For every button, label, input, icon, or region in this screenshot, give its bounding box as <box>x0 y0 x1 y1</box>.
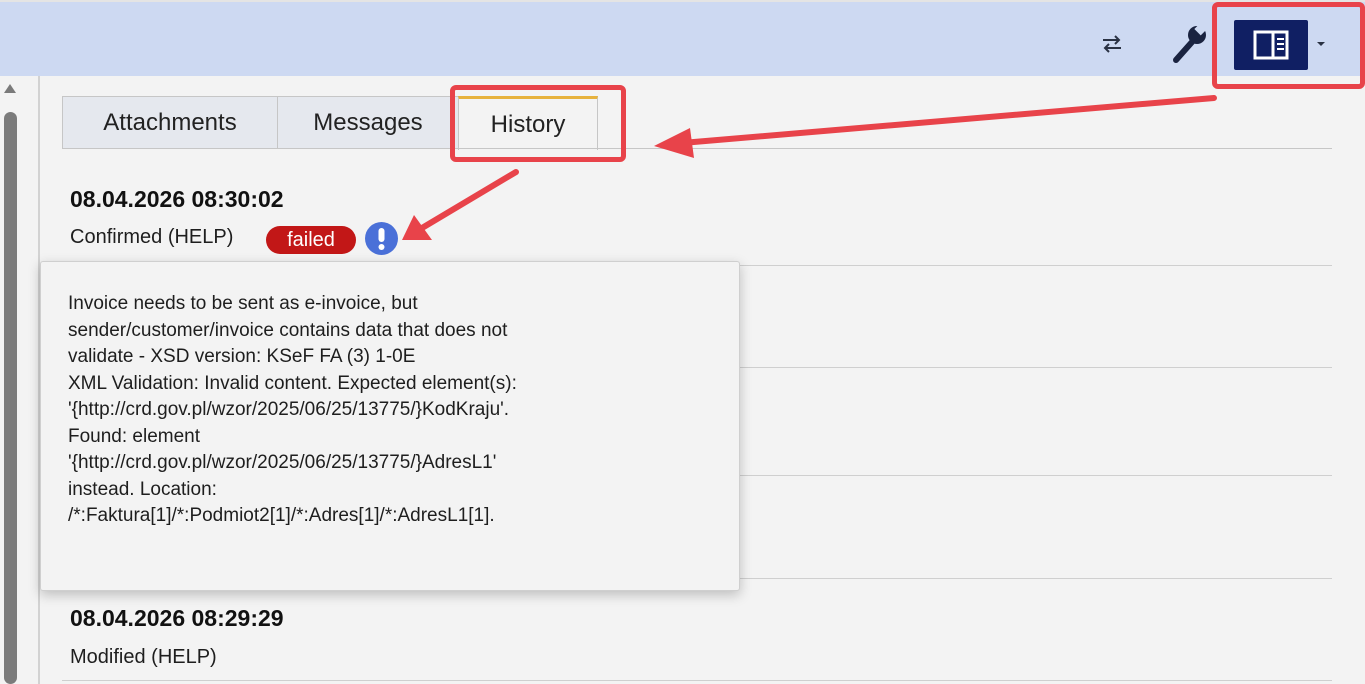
tooltip-line: Found: element <box>68 425 201 447</box>
wrench-icon[interactable] <box>1170 22 1210 66</box>
tooltip-line: '{http://crd.gov.pl/wzor/2025/06/25/1377… <box>68 399 510 420</box>
tooltip-line: '{http://crd.gov.pl/wzor/2025/06/25/1377… <box>68 452 497 473</box>
scrollbar-thumb[interactable] <box>4 112 17 684</box>
swap-arrows-icon[interactable] <box>1098 30 1126 58</box>
annotation-arrow-to-history-tab <box>654 95 1217 158</box>
annotation-highlight-history-tab <box>450 85 626 162</box>
annotation-arrow-to-info-icon <box>402 169 519 240</box>
tooltip-line: sender/customer/invoice contains data th… <box>68 319 508 341</box>
tooltip-line: XML Validation: Invalid content. Expecte… <box>68 372 517 394</box>
tooltip-line: instead. Location: <box>68 478 217 500</box>
history-entry-status: Modified (HELP) <box>70 646 217 668</box>
tab-bar-divider <box>62 148 1332 149</box>
status-badge: failed <box>266 226 356 254</box>
row-divider <box>62 680 1332 681</box>
tab-attachments[interactable]: Attachments <box>62 96 278 148</box>
scroll-up-arrow-icon[interactable] <box>4 84 16 93</box>
tooltip-line: /*:Faktura[1]/*:Podmiot2[1]/*:Adres[1]/*… <box>68 505 495 526</box>
tab-messages[interactable]: Messages <box>277 96 459 148</box>
tooltip-line: validate - XSD version: KSeF FA (3) 1-0E <box>68 346 416 367</box>
tooltip-line: Invoice needs to be sent as e-invoice, b… <box>68 293 418 314</box>
top-toolbar <box>0 0 1365 76</box>
history-entry-timestamp: 08.04.2026 08:29:29 <box>70 605 284 631</box>
history-entry-status: Confirmed (HELP) <box>70 226 234 248</box>
info-icon[interactable] <box>364 221 399 256</box>
error-tooltip: Invoice needs to be sent as e-invoice, b… <box>40 261 740 591</box>
history-entry-timestamp: 08.04.2026 08:30:02 <box>70 186 284 212</box>
annotation-highlight-panel-button <box>1212 2 1365 89</box>
